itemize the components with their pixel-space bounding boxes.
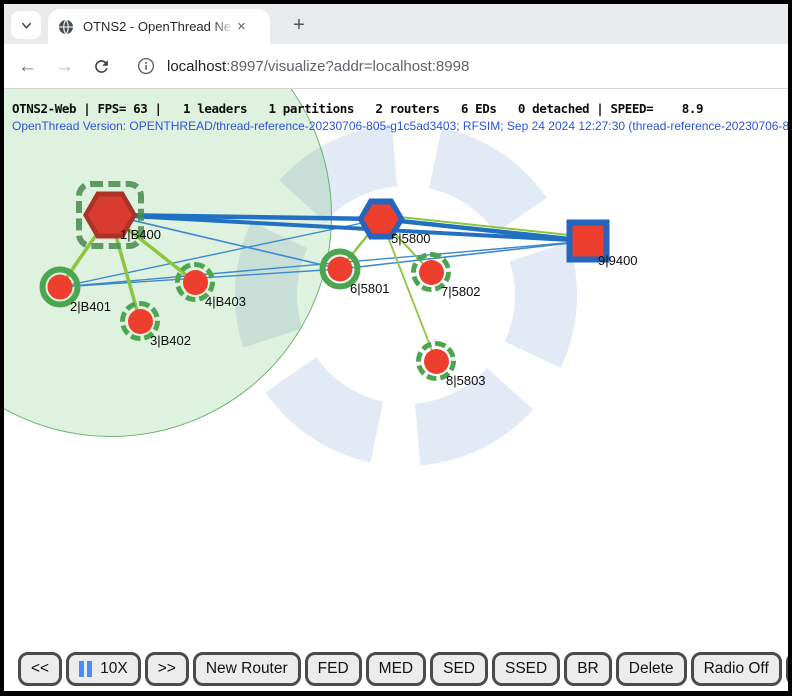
tab-search-button[interactable]	[11, 11, 41, 39]
node-label-7: 7|5802	[441, 284, 481, 299]
toolbar-button-label: MED	[379, 660, 413, 678]
simulation-status-line: OTNS2-Web | FPS= 63 | 1 leaders 1 partit…	[12, 101, 703, 116]
toolbar-button-label: Radio Off	[704, 660, 769, 678]
toolbar-button-fed[interactable]: FED	[305, 652, 362, 686]
toolbar-button-ssed[interactable]: SSED	[492, 652, 560, 686]
node-label-8: 8|5803	[446, 373, 486, 388]
toolbar-button-new-router[interactable]: New Router	[193, 652, 301, 686]
url-bar: ← → localhost:8997/visualize?addr=localh…	[4, 44, 788, 89]
url-path: :8997/visualize?addr=localhost:8998	[226, 58, 469, 75]
chevron-down-icon	[20, 19, 33, 32]
node-label-5: 5|5800	[391, 231, 431, 246]
tab-close-icon[interactable]: ×	[237, 18, 246, 35]
new-tab-button[interactable]: +	[286, 12, 312, 38]
otns-page: 1|B400 2|B401 3|B402 4|B403 5|5800 6|5801 7|58…	[4, 89, 788, 691]
toolbar: << 10X >> New Router FED MED SED SSED BR Delete Ra…	[4, 649, 788, 689]
address-input[interactable]: localhost:8997/visualize?addr=localhost:…	[167, 58, 469, 75]
url-host: localhost	[167, 58, 226, 75]
browser-tab[interactable]: OTNS2 - OpenThread Ne ×	[48, 9, 270, 44]
node-label-1: 1|B400	[120, 227, 161, 242]
toolbar-button-slow-down[interactable]: <<	[18, 652, 62, 686]
toolbar-button-label: SSED	[505, 660, 547, 678]
network-canvas: 1|B400 2|B401 3|B402 4|B403 5|5800 6|5801 7|58…	[4, 89, 788, 691]
node-label-2: 2|B401	[70, 299, 111, 314]
circle-core	[183, 270, 208, 295]
toolbar-button-label: FED	[318, 660, 349, 678]
circle-core	[48, 275, 73, 300]
toolbar-button-delete[interactable]: Delete	[616, 652, 687, 686]
reload-icon[interactable]	[92, 57, 111, 76]
toolbar-button-label: New Router	[206, 660, 288, 678]
toolbar-button-radio-on[interactable]: Radio On	[786, 652, 788, 686]
toolbar-button-label: <<	[31, 660, 49, 678]
openthread-version-line: OpenThread Version: OPENTHREAD/thread-re…	[12, 119, 788, 133]
toolbar-button-label: >>	[158, 660, 176, 678]
tab-strip: OTNS2 - OpenThread Ne × +	[4, 4, 788, 44]
browser-window: OTNS2 - OpenThread Ne × + ← → localhost:…	[4, 4, 788, 691]
node-label-6: 6|5801	[350, 281, 390, 296]
toolbar-button-br[interactable]: BR	[564, 652, 612, 686]
link-6-9	[340, 241, 588, 269]
toolbar-button-label: Delete	[629, 660, 674, 678]
globe-favicon-icon	[58, 19, 74, 35]
info-icon[interactable]	[137, 57, 155, 75]
toolbar-button-speed[interactable]: 10X	[66, 652, 141, 686]
tab-title: OTNS2 - OpenThread Ne	[83, 19, 235, 34]
circle-core	[419, 260, 444, 285]
toolbar-button-speed-up[interactable]: >>	[145, 652, 189, 686]
node-label-9: 9|9400	[598, 253, 638, 268]
toolbar-button-label: BR	[577, 660, 599, 678]
pause-icon	[79, 661, 92, 677]
toolbar-button-radio-off[interactable]: Radio Off	[691, 652, 782, 686]
square-core	[573, 226, 604, 257]
node-label-4: 4|B403	[205, 294, 246, 309]
circle-core	[424, 349, 449, 374]
toolbar-button-sed[interactable]: SED	[430, 652, 488, 686]
toolbar-button-label: 10X	[100, 660, 128, 678]
link-lines	[4, 89, 788, 691]
node-label-3: 3|B402	[150, 333, 191, 348]
back-icon[interactable]: ←	[18, 57, 37, 76]
circle-core	[128, 309, 153, 334]
circle-core	[328, 257, 353, 282]
toolbar-button-label: SED	[443, 660, 475, 678]
toolbar-button-med[interactable]: MED	[366, 652, 426, 686]
forward-icon[interactable]: →	[55, 57, 74, 76]
